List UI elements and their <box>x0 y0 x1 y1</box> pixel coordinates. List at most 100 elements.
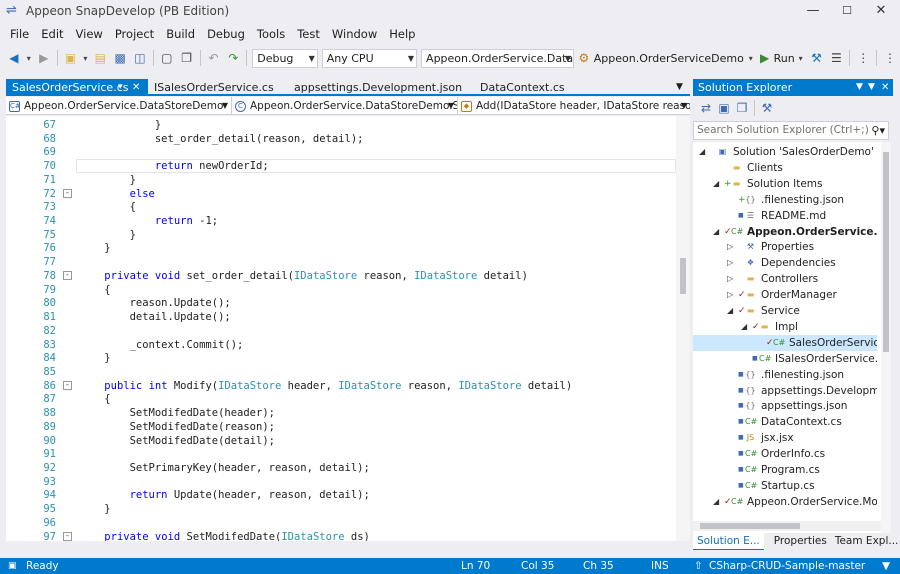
fold-toggle-icon[interactable]: - <box>63 270 72 280</box>
code-line[interactable]: 68 set_order_detail(reason, detail); <box>6 132 690 146</box>
menu-edit[interactable]: Edit <box>35 24 69 44</box>
expand-arrow-icon[interactable]: ▷ <box>727 271 733 287</box>
code-line[interactable]: 76 } <box>6 241 690 255</box>
collapse-arrow-icon[interactable]: ◢ <box>741 319 747 335</box>
code-line[interactable]: 82 <box>6 324 690 338</box>
code-line[interactable]: 87 { <box>6 392 690 406</box>
code-line[interactable]: 70 return newOrderId; <box>6 159 690 174</box>
code-line[interactable]: 77 <box>6 255 690 269</box>
tree-item[interactable]: ■{} .filenesting.json <box>693 367 877 383</box>
new-project-icon[interactable]: ▣ <box>61 48 81 68</box>
code-line[interactable]: 83 _context.Commit(); <box>6 338 690 352</box>
tab-salesorderservice[interactable]: SalesOrderService.cs ▾ ✕ <box>6 79 148 96</box>
code-line[interactable]: 78- private void set_order_detail(IDataS… <box>6 269 690 283</box>
tree-item[interactable]: ■ C# OrderInfo.cs <box>693 446 877 462</box>
tab-datacontext[interactable]: DataContext.cs <box>474 79 624 96</box>
code-line[interactable]: 81 detail.Update(); <box>6 310 690 324</box>
menu-test[interactable]: Test <box>291 24 326 44</box>
code-line[interactable]: 95 } <box>6 502 690 516</box>
class-nav-select[interactable]: C Appeon.OrderService.DataStoreDemo.Sale ▼ <box>232 97 458 115</box>
code-line[interactable]: 67 } <box>6 118 690 132</box>
tree-item[interactable]: ◢✓C#Appeon.OrderService.DataS <box>693 224 877 240</box>
collapse-arrow-icon[interactable]: ◢ <box>713 224 719 240</box>
fold-toggle-icon[interactable]: - <box>63 531 72 541</box>
minimize-button[interactable]: — <box>796 0 830 22</box>
tab-properties[interactable]: Properties <box>770 533 831 550</box>
platform-select[interactable]: Any CPU ▼ <box>321 48 418 68</box>
fold-toggle-icon[interactable]: - <box>63 188 72 198</box>
menu-debug[interactable]: Debug <box>201 24 251 44</box>
menu-build[interactable]: Build <box>160 24 201 44</box>
run-dropdown-icon[interactable]: ▾ <box>795 48 807 68</box>
tree-item[interactable]: ■ C# Startup.cs <box>693 478 877 494</box>
new-dropdown-icon[interactable]: ▾ <box>80 48 90 68</box>
expand-arrow-icon[interactable]: ▷ <box>727 255 733 271</box>
code-line[interactable]: 69 <box>6 145 690 159</box>
properties-wrench-icon[interactable]: ⚒ <box>758 98 776 118</box>
toolbar-overflow-icon[interactable]: ⋮ <box>853 48 873 68</box>
menu-tools[interactable]: Tools <box>251 24 291 44</box>
expand-arrow-icon[interactable]: ▷ <box>727 287 733 303</box>
status-branch[interactable]: CSharp-CRUD-Sample-master <box>709 558 865 574</box>
code-line[interactable]: 85 <box>6 365 690 379</box>
toolbar-overflow-icon[interactable]: ⋮ <box>880 48 900 68</box>
save-icon[interactable]: ▩ <box>110 48 130 68</box>
tree-item[interactable]: ◢ + ▬ Solution Items <box>693 176 877 192</box>
forward-icon[interactable]: ▶ <box>34 48 54 68</box>
expand-arrow-icon[interactable]: ▷ <box>727 239 733 255</box>
startup-project[interactable]: Appeon.OrderServiceDemo <box>594 52 744 65</box>
code-line[interactable]: 97- private void SetModifedDate(IDataSto… <box>6 530 690 541</box>
branch-icon[interactable]: ⇧ <box>694 558 703 574</box>
tree-item[interactable]: ▷ ❖ Dependencies <box>693 255 877 271</box>
collapse-arrow-icon[interactable]: ◢ <box>713 176 719 192</box>
tree-item[interactable]: ▷ ⚒ Properties <box>693 239 877 255</box>
code-editor[interactable]: 67 } 68 set_order_detail(reason, detail);… <box>6 116 690 541</box>
code-line[interactable]: 94 return Update(header, reason, detail)… <box>6 488 690 502</box>
save-all-icon[interactable]: ◫ <box>130 48 150 68</box>
code-line[interactable]: 90 SetModifedDate(detail); <box>6 434 690 448</box>
code-line[interactable]: 93 <box>6 475 690 489</box>
menu-project[interactable]: Project <box>109 24 160 44</box>
startup-dropdown-icon[interactable]: ▾ <box>744 48 758 68</box>
cut-icon[interactable]: ▢ <box>157 48 177 68</box>
build-hammer-icon[interactable]: ⚒ <box>807 48 827 68</box>
pin-icon[interactable]: ▼ <box>868 79 875 96</box>
code-line[interactable]: 80 reason.Update(); <box>6 296 690 310</box>
back-icon[interactable]: ◀ <box>4 48 24 68</box>
tree-item[interactable]: ■ C# DataContext.cs <box>693 414 877 430</box>
tab-list-dropdown-icon[interactable]: ▼ <box>676 79 683 96</box>
panel-dropdown-icon[interactable]: ▼ <box>856 79 863 96</box>
code-line[interactable]: 71 } <box>6 173 690 187</box>
code-line[interactable]: 72- else <box>6 187 690 201</box>
member-nav-select[interactable]: ◆ Add(IDataStore header, IDataStore reaso… <box>458 97 690 115</box>
sync-icon[interactable]: ⇄ <box>697 98 715 118</box>
menu-file[interactable]: File <box>4 24 35 44</box>
format-icon[interactable]: ☰ <box>826 48 846 68</box>
tree-item[interactable]: ■{} appsettings.json <box>693 398 877 414</box>
code-line[interactable]: 84 } <box>6 351 690 365</box>
code-line[interactable]: 88 SetModifedDate(header); <box>6 406 690 420</box>
redo-icon[interactable]: ↷ <box>223 48 243 68</box>
solution-explorer-search[interactable]: Search Solution Explorer (Ctrl+;) ⚲▾ <box>693 121 889 140</box>
tree-item[interactable]: ◢ ▣ Solution 'SalesOrderDemo' (3 pro <box>693 144 877 160</box>
copy-icon[interactable]: ❐ <box>177 48 197 68</box>
configuration-select[interactable]: Debug ▼ <box>252 48 318 68</box>
fold-toggle-icon[interactable]: - <box>63 380 72 390</box>
tab-isalesorderservice[interactable]: ISalesOrderService.cs <box>148 79 288 96</box>
code-line[interactable]: 89 SetModifedDate(reason); <box>6 420 690 434</box>
back-dropdown-icon[interactable]: ▾ <box>24 48 34 68</box>
show-all-files-icon[interactable]: ❐ <box>733 98 751 118</box>
code-line[interactable]: 75 } <box>6 228 690 242</box>
tree-item[interactable]: ▬ Clients <box>693 160 877 176</box>
notification-icon[interactable]: ▼ <box>882 558 890 574</box>
run-icon[interactable]: ▶ <box>758 48 772 68</box>
tree-item[interactable]: ▷ ▬ Controllers <box>693 271 877 287</box>
collapse-arrow-icon[interactable]: ◢ <box>713 494 719 510</box>
search-icon[interactable]: ⚲▾ <box>871 122 885 139</box>
undo-icon[interactable]: ↶ <box>204 48 224 68</box>
tab-team-explorer[interactable]: Team Expl... <box>831 533 900 550</box>
menu-view[interactable]: View <box>70 24 109 44</box>
maximize-button[interactable]: ☐ <box>830 0 864 22</box>
open-folder-icon[interactable]: ▤ <box>90 48 110 68</box>
close-panel-icon[interactable]: ✕ <box>881 79 889 96</box>
